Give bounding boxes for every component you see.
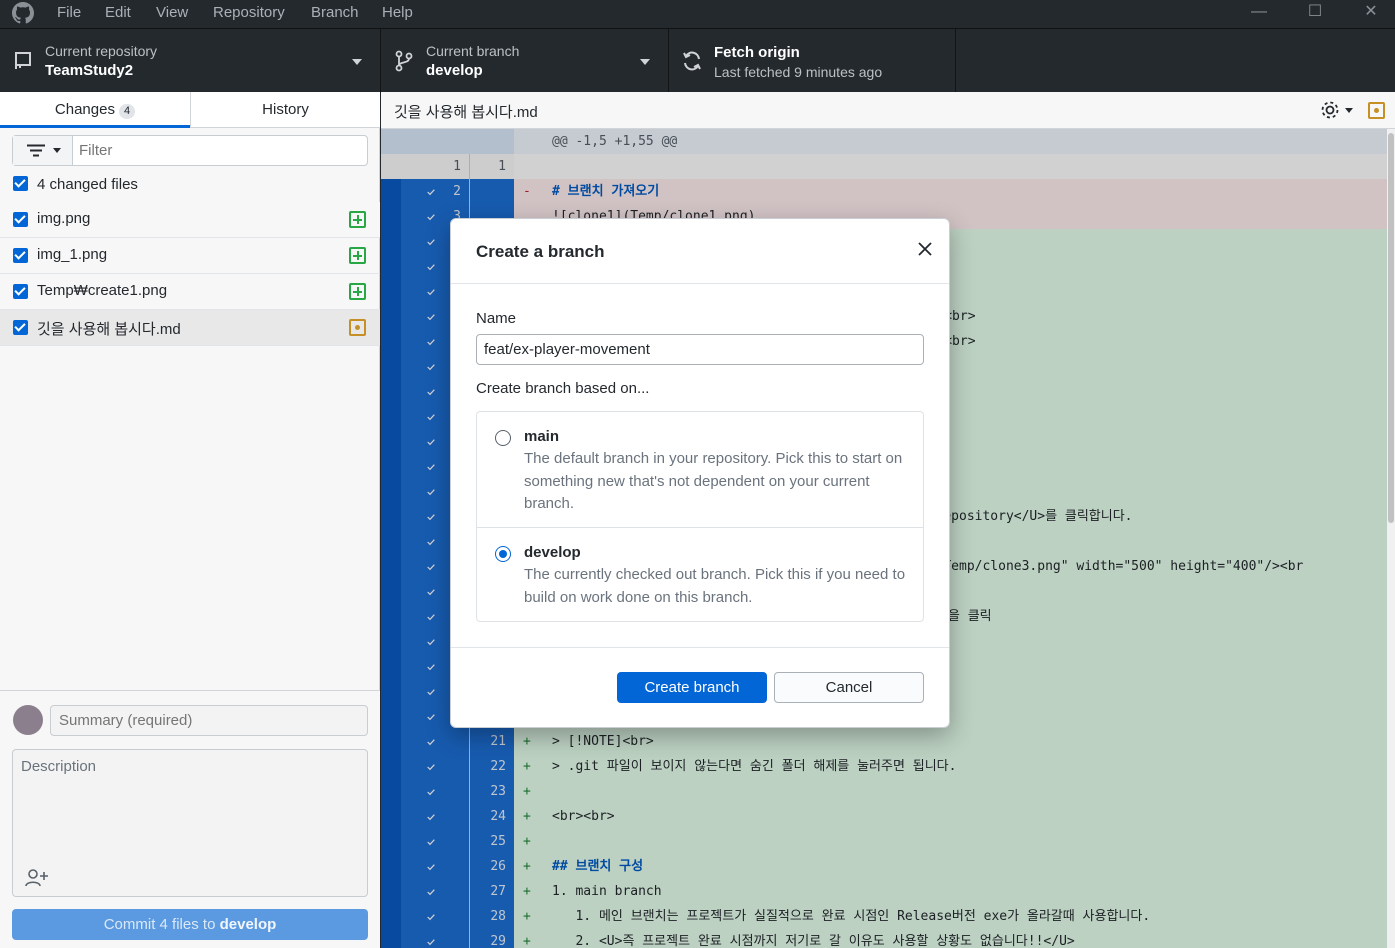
description-placeholder: Description bbox=[21, 758, 97, 775]
description-field[interactable]: Description bbox=[12, 749, 368, 897]
menu-branch[interactable]: Branch bbox=[311, 4, 359, 21]
file-added-icon bbox=[349, 247, 366, 264]
add-coauthor-icon[interactable] bbox=[25, 868, 49, 888]
option-develop[interactable]: develop The currently checked out branch… bbox=[477, 528, 923, 622]
file-added-icon bbox=[349, 211, 366, 228]
dialog-divider bbox=[451, 647, 949, 648]
option-develop-desc: The currently checked out branch. Pick t… bbox=[524, 566, 906, 606]
maximize-icon[interactable]: ☐ bbox=[1287, 0, 1343, 28]
file-modified-icon bbox=[1368, 102, 1385, 119]
diff-scrollbar[interactable] bbox=[1387, 129, 1395, 948]
diff-file-title: 깃을 사용해 봅시다.md bbox=[394, 104, 538, 121]
menu-repository[interactable]: Repository bbox=[213, 4, 285, 21]
file-checkbox[interactable] bbox=[13, 212, 28, 227]
file-checkbox[interactable] bbox=[13, 320, 28, 335]
file-name: Temp₩create1.png bbox=[37, 282, 168, 299]
tab-changes-label: Changes bbox=[54, 101, 115, 118]
dialog-title: Create a branch bbox=[476, 242, 605, 261]
commit-button[interactable]: Commit 4 files to develop bbox=[12, 909, 368, 940]
name-label: Name bbox=[476, 310, 517, 327]
chevron-down-icon bbox=[1345, 108, 1353, 113]
scrollbar-thumb[interactable] bbox=[1388, 133, 1394, 523]
changed-files-label: 4 changed files bbox=[37, 176, 138, 193]
chevron-down-icon bbox=[53, 148, 61, 153]
chevron-down-icon bbox=[352, 59, 362, 65]
menu-help[interactable]: Help bbox=[382, 4, 413, 21]
file-name: 깃을 사용해 봅시다.md bbox=[37, 321, 181, 338]
minimize-icon[interactable]: — bbox=[1231, 0, 1287, 28]
create-branch-dialog: Create a branch Name Create branch based… bbox=[450, 218, 950, 728]
file-row-img1[interactable]: img_1.png bbox=[0, 238, 380, 274]
menu-edit[interactable]: Edit bbox=[105, 4, 131, 21]
file-modified-icon bbox=[349, 319, 366, 336]
fetch-origin-button[interactable]: Fetch origin Last fetched 9 minutes ago bbox=[669, 29, 956, 93]
file-name: img.png bbox=[37, 210, 91, 227]
commit-button-prefix: Commit 4 files to bbox=[103, 916, 220, 933]
commit-button-branch: develop bbox=[219, 916, 277, 933]
current-branch-button[interactable]: Current branch develop bbox=[381, 29, 669, 93]
option-develop-name: develop bbox=[524, 544, 581, 561]
close-window-icon[interactable]: ✕ bbox=[1343, 0, 1395, 28]
cancel-button[interactable]: Cancel bbox=[774, 672, 924, 703]
filter-box bbox=[12, 135, 368, 166]
option-main-name: main bbox=[524, 428, 560, 445]
dialog-divider bbox=[451, 283, 949, 284]
repo-icon bbox=[15, 52, 31, 69]
github-logo-icon bbox=[12, 2, 34, 24]
changes-count-badge: 4 bbox=[118, 104, 136, 119]
option-main-desc: The default branch in your repository. P… bbox=[524, 450, 903, 512]
file-added-icon bbox=[349, 283, 366, 300]
commit-area: Description Commit 4 files to develop bbox=[0, 690, 380, 948]
file-checkbox[interactable] bbox=[13, 284, 28, 299]
filter-icon bbox=[27, 144, 45, 157]
branch-name-input[interactable] bbox=[476, 334, 924, 365]
file-name: img_1.png bbox=[37, 246, 108, 263]
filter-input[interactable] bbox=[79, 142, 359, 159]
gear-icon[interactable] bbox=[1319, 99, 1341, 121]
based-on-label: Create branch based on... bbox=[476, 380, 650, 397]
avatar bbox=[13, 705, 43, 735]
create-branch-button[interactable]: Create branch bbox=[617, 672, 767, 703]
branch-base-options: main The default branch in your reposito… bbox=[476, 411, 924, 622]
tab-changes[interactable]: Changes 4 bbox=[0, 92, 190, 128]
select-all-checkbox[interactable] bbox=[13, 176, 28, 191]
current-repository-button[interactable]: Current repository TeamStudy2 bbox=[0, 29, 381, 93]
sync-icon bbox=[683, 51, 701, 71]
file-row-create1[interactable]: Temp₩create1.png bbox=[0, 274, 380, 310]
close-icon[interactable] bbox=[915, 239, 935, 259]
sidebar-tabs: Changes 4 History bbox=[0, 92, 380, 128]
radio-main[interactable] bbox=[495, 430, 511, 446]
last-fetched-text: Last fetched 9 minutes ago bbox=[714, 64, 883, 80]
option-main[interactable]: main The default branch in your reposito… bbox=[477, 412, 923, 528]
radio-develop[interactable] bbox=[495, 546, 511, 562]
select-all-row: 4 changed files bbox=[0, 172, 380, 202]
diff-header: 깃을 사용해 봅시다.md bbox=[381, 92, 1395, 129]
sidebar: Changes4 History 4 changed files img.png… bbox=[0, 92, 380, 948]
current-repository-label: Current repository bbox=[45, 43, 158, 59]
chevron-down-icon bbox=[640, 59, 650, 65]
fetch-origin-title: Fetch origin bbox=[714, 44, 800, 61]
file-row-img[interactable]: img.png bbox=[0, 202, 380, 238]
branch-icon bbox=[395, 50, 413, 72]
menu-file[interactable]: File bbox=[57, 4, 81, 21]
branch-name: develop bbox=[426, 62, 483, 79]
tab-history[interactable]: History bbox=[190, 92, 380, 128]
file-row-md[interactable]: 깃을 사용해 봅시다.md bbox=[0, 310, 380, 346]
current-branch-label: Current branch bbox=[426, 43, 520, 59]
filter-options-button[interactable] bbox=[13, 136, 73, 165]
title-bar: File Edit View Repository Branch Help — … bbox=[0, 0, 1395, 28]
toolbar: Current repository TeamStudy2 Current br… bbox=[0, 28, 1395, 93]
file-checkbox[interactable] bbox=[13, 248, 28, 263]
repository-name: TeamStudy2 bbox=[45, 62, 134, 79]
menu-view[interactable]: View bbox=[156, 4, 188, 21]
summary-input[interactable] bbox=[50, 705, 368, 736]
